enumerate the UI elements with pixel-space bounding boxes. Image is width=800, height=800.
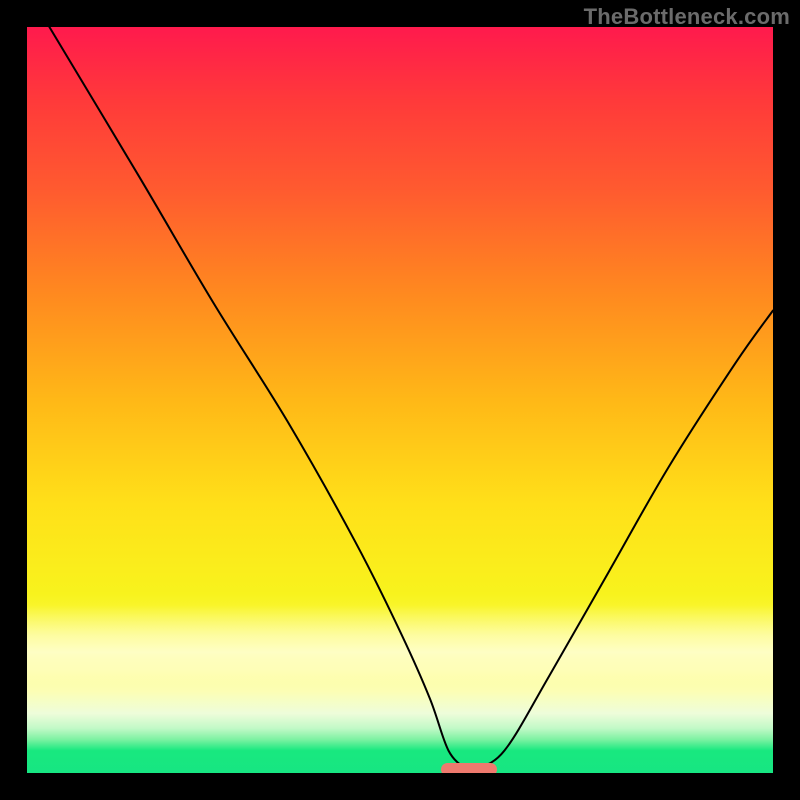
optimum-marker	[441, 763, 497, 773]
bottleneck-curve	[27, 27, 773, 773]
chart-frame: TheBottleneck.com	[0, 0, 800, 800]
plot-area	[27, 27, 773, 773]
